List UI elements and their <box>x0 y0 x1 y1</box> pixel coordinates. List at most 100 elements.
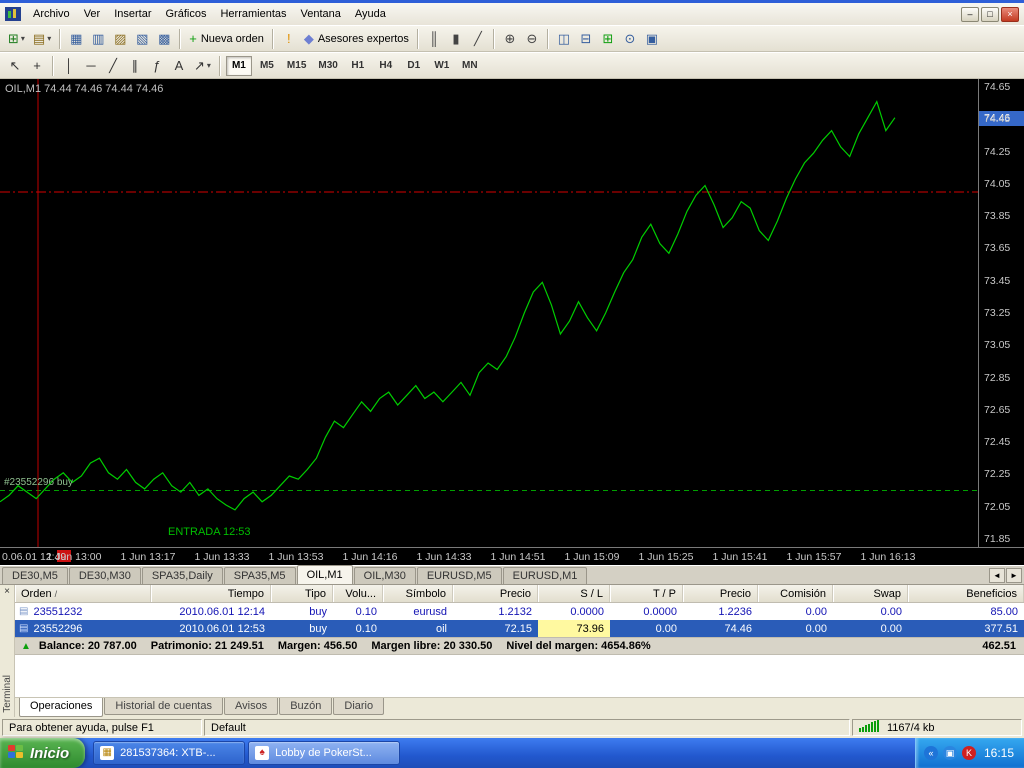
maximize-button[interactable]: □ <box>981 7 999 22</box>
hide-icons-chevron-icon[interactable]: « <box>924 746 938 760</box>
traffic-counter: 1167/4 kb <box>887 722 935 734</box>
toolbar-data-window-button[interactable]: ▥ <box>87 28 109 50</box>
close-button[interactable]: × <box>1001 7 1019 22</box>
scroll-left-icon[interactable]: ◄ <box>989 568 1005 583</box>
zoom-out-icon: ⊖ <box>526 32 537 45</box>
toolbar-profiles-button[interactable]: ▤▾ <box>29 28 55 50</box>
column-header-swap[interactable]: Swap <box>833 585 908 602</box>
chart-tab-eurusd-m1[interactable]: EURUSD,M1 <box>503 567 588 584</box>
terminal-tab-avisos[interactable]: Avisos <box>224 698 278 715</box>
toolbar-fibonacci-button[interactable]: ƒ <box>146 55 168 77</box>
toolbar-terminal-panel-button[interactable]: ▧ <box>131 28 153 50</box>
order-row-23552296[interactable]: ▤235522962010.06.01 12:53buy0.10oil72.15… <box>15 620 1024 637</box>
order-profit: 85.00 <box>908 603 1024 620</box>
terminal-tab-diario[interactable]: Diario <box>333 698 384 715</box>
toolbar-important-button[interactable]: ! <box>278 28 300 50</box>
chart-canvas[interactable] <box>0 79 978 547</box>
toolbar-navigator-button[interactable]: ▨ <box>109 28 131 50</box>
toolbar-period-button[interactable]: ⊙ <box>619 28 641 50</box>
toolbar-arrange-button[interactable]: ⊞ <box>597 28 619 50</box>
toolbar-trendline-button[interactable]: ╱ <box>102 55 124 77</box>
toolbar-new-order-button[interactable]: +Nueva orden <box>185 28 268 50</box>
toolbar-line-chart-button[interactable]: ╱ <box>467 28 489 50</box>
chart-tab-oil-m30[interactable]: OIL,M30 <box>354 567 416 584</box>
menu-item-insertar[interactable]: Insertar <box>107 5 158 23</box>
terminal-close-icon[interactable]: × <box>1 587 13 599</box>
timeframe-w1-button[interactable]: W1 <box>429 56 455 76</box>
column-header-t-p[interactable]: T / P <box>610 585 683 602</box>
timeframe-m1-button[interactable]: M1 <box>226 56 252 76</box>
column-header-precio[interactable]: Precio <box>453 585 538 602</box>
scroll-right-icon[interactable]: ► <box>1006 568 1022 583</box>
minimize-button[interactable]: – <box>961 7 979 22</box>
timeframe-h1-button[interactable]: H1 <box>345 56 371 76</box>
timeframe-mn-button[interactable]: MN <box>457 56 483 76</box>
timeframe-m30-button[interactable]: M30 <box>313 56 342 76</box>
toolbar-tile-windows-button[interactable]: ◫ <box>553 28 575 50</box>
price-axis-label: 74.05 <box>984 178 1010 190</box>
chart-tab-spa35-daily[interactable]: SPA35,Daily <box>142 567 223 584</box>
toolbar-crosshair-button[interactable]: + <box>26 55 48 77</box>
menu-item-archivo[interactable]: Archivo <box>26 5 77 23</box>
chart-tab-oil-m1[interactable]: OIL,M1 <box>297 565 353 584</box>
toolbar-zoom-out-button[interactable]: ⊖ <box>521 28 543 50</box>
chart-tab-spa35-m5[interactable]: SPA35,M5 <box>224 567 296 584</box>
toolbar-market-watch-button[interactable]: ▦ <box>65 28 87 50</box>
tray-alert-icon[interactable]: K <box>962 746 976 760</box>
toolbar-vertical-line-button[interactable]: │ <box>58 55 80 77</box>
timeframe-m15-button[interactable]: M15 <box>282 56 311 76</box>
column-header-tiempo[interactable]: Tiempo <box>151 585 271 602</box>
menu-item-graficos[interactable]: Gráficos <box>159 5 214 23</box>
time-axis[interactable]: 0.06.01 12:491 Jun 13:001 Jun 13:171 Jun… <box>0 547 1024 565</box>
column-header-tipo[interactable]: Tipo <box>271 585 333 602</box>
column-header-orden[interactable]: Orden/ <box>15 585 151 602</box>
toolbar-text-button[interactable]: A <box>168 55 190 77</box>
toolbar-horizontal-line-button[interactable]: ─ <box>80 55 102 77</box>
timeframe-m5-button[interactable]: M5 <box>254 56 280 76</box>
toolbar-bar-chart-button[interactable]: ║ <box>423 28 445 50</box>
order-commission: 0.00 <box>758 603 833 620</box>
time-axis-label: 1 Jun 16:13 <box>861 551 916 563</box>
toolbar-templates-button[interactable]: ▣ <box>641 28 663 50</box>
price-scale[interactable]: 74.46 74.6574.4574.2574.0573.8573.6573.4… <box>978 79 1024 547</box>
chart-tab-bar: DE30,M5DE30,M30SPA35,DailySPA35,M5OIL,M1… <box>0 565 1024 584</box>
chart-tab-de30-m5[interactable]: DE30,M5 <box>2 567 68 584</box>
toolbar-arrows-button[interactable]: ↗▾ <box>190 55 215 77</box>
column-header-precio[interactable]: Precio <box>683 585 758 602</box>
taskbar-button-lobby-de-pokerst[interactable]: ♠Lobby de PokerSt... <box>248 741 400 765</box>
menu-item-ver[interactable]: Ver <box>77 5 108 23</box>
column-header-comision[interactable]: Comisión <box>758 585 833 602</box>
toolbar-candlestick-button[interactable]: ▮ <box>445 28 467 50</box>
toolbar-zoom-in-button[interactable]: ⊕ <box>499 28 521 50</box>
chart-plot[interactable]: OIL,M1 74.44 74.46 74.44 74.46 #23552296… <box>0 79 978 547</box>
terminal-tab-buzon[interactable]: Buzón <box>279 698 332 715</box>
terminal-tab-historial-de-cuentas[interactable]: Historial de cuentas <box>104 698 223 715</box>
tray-network-icon[interactable]: ▣ <box>943 746 957 760</box>
terminal-tab-operaciones[interactable]: Operaciones <box>19 698 103 717</box>
chart-ohlc-label: OIL,M1 74.44 74.46 74.44 74.46 <box>5 83 163 95</box>
system-tray: «▣K 16:15 <box>915 738 1024 768</box>
time-axis-label: 1 Jun 14:16 <box>343 551 398 563</box>
column-header-volu[interactable]: Volu... <box>333 585 383 602</box>
timeframe-h4-button[interactable]: H4 <box>373 56 399 76</box>
toolbar-channel-button[interactable]: ∥ <box>124 55 146 77</box>
column-header-simbolo[interactable]: Símbolo <box>383 585 453 602</box>
column-header-s-l[interactable]: S / L <box>538 585 610 602</box>
menu-item-ventana[interactable]: Ventana <box>294 5 348 23</box>
toolbar-cascade-windows-button[interactable]: ⊟ <box>575 28 597 50</box>
chart-tab-eurusd-m5[interactable]: EURUSD,M5 <box>417 567 502 584</box>
toolbar-cursor-button[interactable]: ↖ <box>4 55 26 77</box>
status-profile[interactable]: Default <box>204 719 850 736</box>
chart-tab-de30-m30[interactable]: DE30,M30 <box>69 567 141 584</box>
order-row-23551232[interactable]: ▤235512322010.06.01 12:14buy0.10eurusd1.… <box>15 603 1024 620</box>
taskbar-button-281537364-xtb[interactable]: ▦281537364: XTB-... <box>93 741 245 765</box>
toolbar-strategy-tester-button[interactable]: ▩ <box>153 28 175 50</box>
toolbar-new-chart-button[interactable]: ⊞▾ <box>4 28 29 50</box>
start-button[interactable]: Inicio <box>0 738 85 768</box>
column-header-beneficios[interactable]: Beneficios <box>908 585 1024 602</box>
toolbar-expert-advisors-button[interactable]: ◆Asesores expertos <box>300 28 413 50</box>
menu-item-ayuda[interactable]: Ayuda <box>348 5 393 23</box>
order-type: buy <box>271 620 333 637</box>
timeframe-d1-button[interactable]: D1 <box>401 56 427 76</box>
menu-item-herramientas[interactable]: Herramientas <box>213 5 293 23</box>
